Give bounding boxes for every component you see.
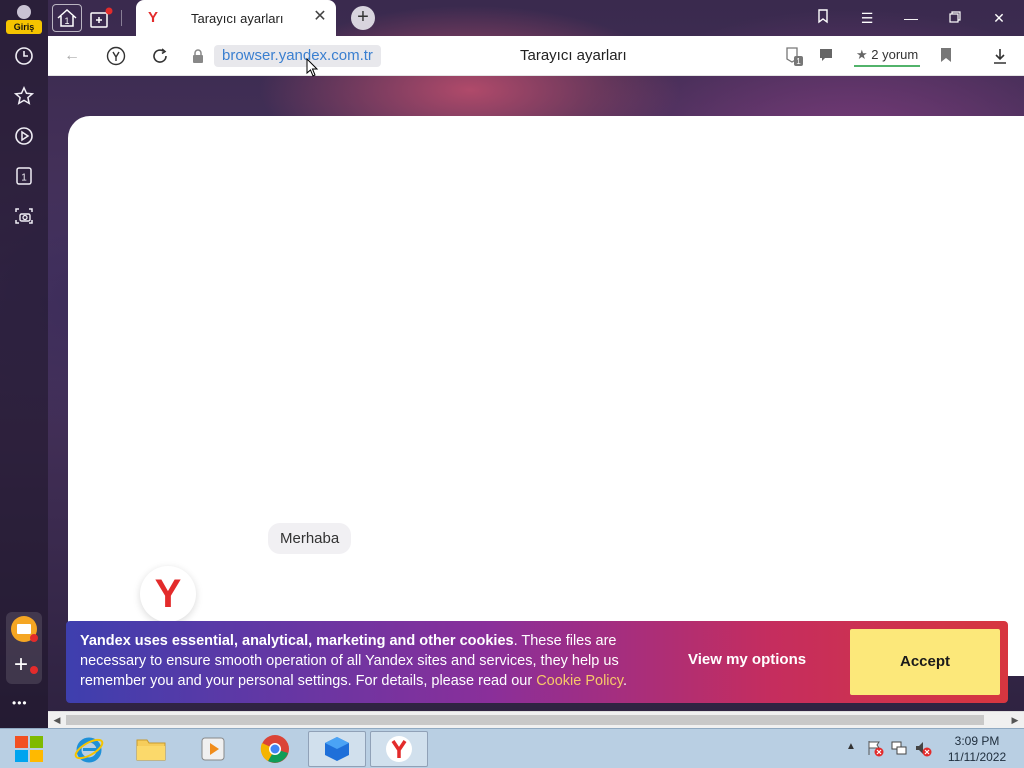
cookie-text-end: . <box>622 673 627 689</box>
home-tabs-button[interactable]: 1 <box>52 4 82 32</box>
clock[interactable]: 3:09 PM 11/11/2022 <box>942 733 1012 765</box>
greeting-bubble: Merhaba <box>268 523 352 554</box>
windows-taskbar: ▲ 3:09 PM 11/11/2022 <box>0 728 1024 768</box>
cookie-text-bold: Yandex uses essential, analytical, marke… <box>80 633 514 649</box>
download-icon[interactable] <box>988 44 1012 68</box>
start-button[interactable] <box>0 731 58 767</box>
login-label: Giriş <box>6 20 42 34</box>
yandex-y-icon[interactable] <box>104 44 128 68</box>
horizontal-scrollbar[interactable]: ◀ ▶ <box>48 711 1024 728</box>
cookie-banner: Yandex uses essential, analytical, marke… <box>66 621 1008 703</box>
star-icon: ★ <box>856 47 868 62</box>
minimize-icon[interactable]: — <box>900 8 922 28</box>
yandex-logo: Y <box>140 566 196 622</box>
page-title: Tarayıcı ayarları <box>520 47 627 64</box>
url-text[interactable]: browser.yandex.com.tr <box>214 45 381 67</box>
play-icon[interactable] <box>10 122 38 150</box>
close-window-icon[interactable]: ✕ <box>988 8 1010 28</box>
collections-icon[interactable]: 1 <box>10 162 38 190</box>
lock-icon[interactable] <box>192 49 204 63</box>
close-tab-icon[interactable]: ✕ <box>312 9 328 25</box>
screenshot-camera-icon[interactable] <box>10 202 38 230</box>
back-arrow-icon[interactable]: ← <box>60 44 84 68</box>
internet-explorer-icon[interactable] <box>60 731 118 767</box>
cookie-text: Yandex uses essential, analytical, marke… <box>80 631 670 691</box>
privacy-shield-icon[interactable]: 1 <box>784 45 804 67</box>
yandex-favicon-icon: Y <box>148 9 159 26</box>
tab-settings[interactable]: Y Tarayıcı ayarları ✕ <box>136 0 336 36</box>
scroll-left-arrow-icon[interactable]: ◀ <box>51 714 63 726</box>
address-bar: ← browser.yandex.com.tr Tarayıcı ayarlar… <box>48 36 1024 76</box>
view-options-button[interactable]: View my options <box>688 651 806 668</box>
more-icon[interactable]: ••• <box>12 696 28 710</box>
mail-app-icon[interactable] <box>11 616 38 642</box>
scroll-right-arrow-icon[interactable]: ▶ <box>1009 714 1021 726</box>
notification-dot <box>30 666 38 674</box>
tab-divider <box>121 10 122 26</box>
svg-text:1: 1 <box>796 57 801 66</box>
system-tray: ▲ 3:09 PM 11/11/2022 <box>842 729 1024 768</box>
yandex-browser-icon[interactable] <box>370 731 428 767</box>
accept-button[interactable]: Accept <box>850 629 1000 695</box>
volume-muted-icon[interactable] <box>914 739 932 757</box>
restore-icon[interactable] <box>944 8 966 28</box>
reload-icon[interactable] <box>148 44 172 68</box>
mouse-cursor-icon <box>306 57 320 78</box>
bookmark-icon[interactable] <box>940 47 956 65</box>
settings-content-card <box>68 116 1024 676</box>
reviews-label: 2 yorum <box>871 47 919 62</box>
reviews-link[interactable]: ★ 2 yorum <box>854 45 921 67</box>
app-cube-icon[interactable] <box>308 731 366 767</box>
scrollbar-thumb[interactable] <box>66 715 984 725</box>
login-button[interactable]: Giriş <box>6 3 42 34</box>
user-avatar-icon <box>17 5 31 19</box>
show-hidden-icons-icon[interactable]: ▲ <box>846 741 856 752</box>
collections-count: 1 <box>21 173 27 184</box>
left-sidebar: Giriş 1 + ••• <box>0 0 48 728</box>
yandex-logo-letter: Y <box>154 572 182 616</box>
media-player-icon[interactable] <box>184 731 242 767</box>
svg-text:1: 1 <box>64 16 69 26</box>
bookmarks-star-icon[interactable] <box>10 82 38 110</box>
history-icon[interactable] <box>10 42 38 70</box>
tab-bar: 1 Y Tarayıcı ayarları ✕ + ☰ — ✕ <box>48 0 1024 36</box>
bookmarks-panel-icon[interactable] <box>812 8 834 28</box>
sidebar-apps-panel: + <box>6 612 42 684</box>
file-explorer-icon[interactable] <box>122 731 180 767</box>
clock-time: 3:09 PM <box>954 734 1000 748</box>
menu-icon[interactable]: ☰ <box>856 8 878 28</box>
new-tab-button[interactable]: + <box>351 6 375 30</box>
new-group-icon[interactable] <box>86 4 116 32</box>
comments-icon[interactable] <box>818 47 836 65</box>
network-icon[interactable] <box>890 739 908 757</box>
chrome-icon[interactable] <box>246 731 304 767</box>
cookie-policy-link[interactable]: Cookie Policy <box>536 673 623 689</box>
clock-date: 11/11/2022 <box>947 750 1007 764</box>
tab-title: Tarayıcı ayarları <box>191 11 284 26</box>
action-center-flag-icon[interactable] <box>866 739 884 757</box>
